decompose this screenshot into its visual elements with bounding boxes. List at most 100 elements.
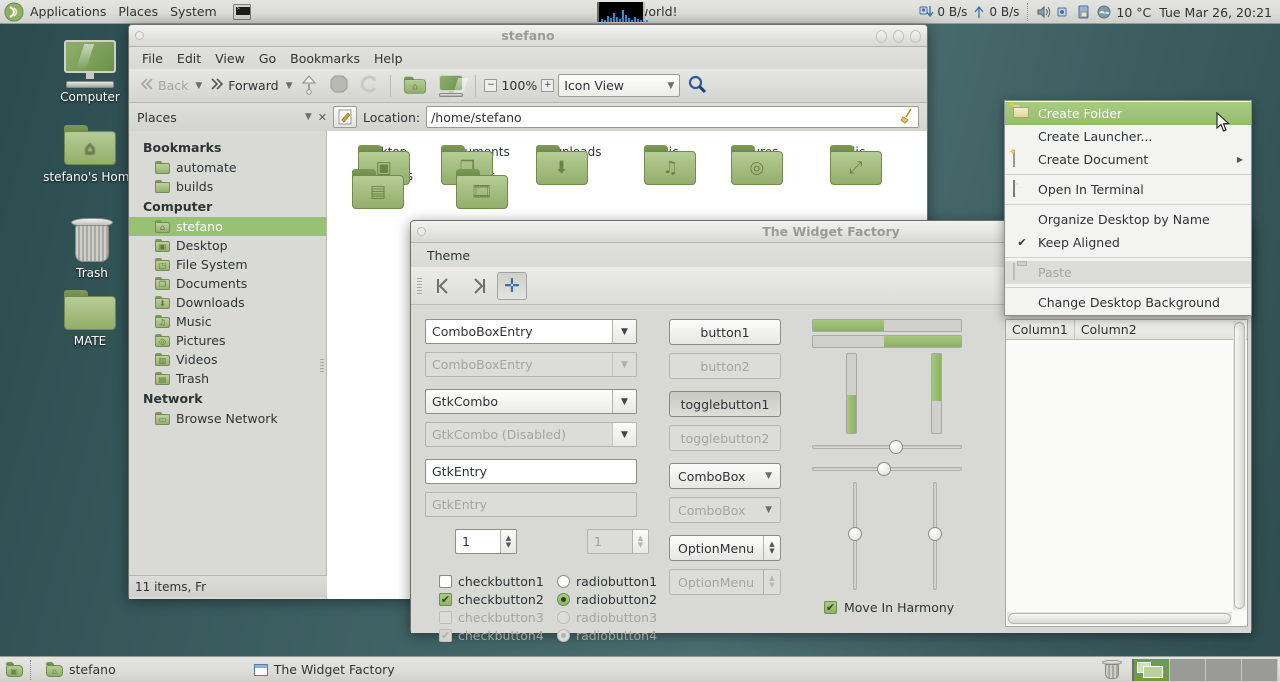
file-manager-titlebar[interactable]: stefano: [129, 25, 927, 47]
close-button[interactable]: [910, 30, 921, 43]
desktop-icon-trash[interactable]: Trash: [44, 218, 140, 280]
treeview-column-2-header[interactable]: Column2: [1075, 320, 1143, 339]
go-last-icon[interactable]: [463, 272, 493, 300]
location-bar[interactable]: Places ▼ ✕ Location: /home/stefano: [129, 103, 927, 131]
sidebar-item-file-system[interactable]: ◳File System: [129, 255, 326, 274]
checkbox-icon[interactable]: [439, 593, 452, 606]
window-menu-icon[interactable]: [417, 227, 426, 236]
reload-button[interactable]: [356, 72, 382, 99]
comboboxentry-1[interactable]: ComboBoxEntry ▼: [425, 319, 637, 344]
menu-go[interactable]: Go: [252, 49, 283, 68]
trash-applet-icon[interactable]: [1102, 660, 1122, 680]
window-menu-icon[interactable]: [135, 31, 144, 40]
combobox1[interactable]: ComboBox ▼: [669, 463, 781, 489]
workspace-4[interactable]: [1242, 659, 1278, 681]
sidebar-item-documents[interactable]: ❐Documents: [129, 274, 326, 293]
forward-history-chevron-down-icon[interactable]: ▼: [286, 81, 293, 91]
file-manager-menubar[interactable]: File Edit View Go Bookmarks Help: [129, 47, 927, 69]
back-history-chevron-down-icon[interactable]: ▼: [195, 81, 202, 91]
zoom-controls[interactable]: − 100% +: [484, 78, 554, 93]
sidebar-item-stefano[interactable]: ⌂stefano: [129, 217, 326, 236]
gtkcombo-1[interactable]: GtkCombo ▼: [425, 389, 637, 414]
file-item-documents[interactable]: ❐Documents: [434, 145, 517, 159]
clock-applet[interactable]: Tue Mar 26, 20:21: [1155, 5, 1276, 20]
desktop[interactable]: Applications Places System Hello world! …: [0, 0, 1280, 682]
file-item-desktop[interactable]: ▣Desktop: [341, 145, 424, 159]
chevron-down-icon[interactable]: ▼: [612, 320, 636, 343]
checkbutton-1[interactable]: checkbutton1: [439, 574, 557, 589]
scale-knob[interactable]: [877, 462, 891, 476]
treeview-horizontal-scrollbar[interactable]: [1007, 612, 1232, 625]
broom-icon[interactable]: [900, 108, 914, 127]
taskbar-item-stefano[interactable]: ⌂ stefano: [36, 659, 126, 681]
weather-cloud-icon[interactable]: [1096, 4, 1112, 20]
horizontal-scale-1[interactable]: [812, 438, 962, 456]
edit-pencil-icon[interactable]: [333, 106, 357, 128]
optionmenu1[interactable]: OptionMenu ▲▼: [669, 535, 781, 561]
vertical-scale-2[interactable]: [926, 482, 944, 590]
panel-menu-system[interactable]: System: [164, 1, 223, 23]
mate-logo-icon[interactable]: [4, 2, 24, 22]
radiobutton-1[interactable]: radiobutton1: [557, 574, 667, 589]
menu-theme[interactable]: Theme: [427, 248, 470, 263]
upload-rate-applet[interactable]: 0 B/s: [971, 4, 1019, 20]
sidebar-item-downloads[interactable]: ⬇Downloads: [129, 293, 326, 312]
sidebar-item-pictures[interactable]: ◎Pictures: [129, 331, 326, 350]
sidebar-item-automate[interactable]: automate: [129, 158, 326, 177]
up-button[interactable]: [296, 71, 322, 100]
menu-item-organize-desktop-by-name[interactable]: Organize Desktop by Name: [1005, 208, 1251, 231]
network-icon[interactable]: [1056, 4, 1072, 20]
menu-item-keep-aligned[interactable]: ✔Keep Aligned: [1005, 231, 1251, 254]
sidebar-item-browse-network[interactable]: ▭Browse Network: [129, 409, 326, 428]
workspace-switcher[interactable]: [1132, 659, 1278, 681]
view-mode-select[interactable]: Icon View ▼: [558, 74, 680, 97]
desktop-context-menu[interactable]: Create FolderCreate Launcher...Create Do…: [1004, 100, 1252, 316]
scale-knob[interactable]: [928, 527, 942, 541]
menu-item-open-in-terminal[interactable]: Open In Terminal: [1005, 178, 1251, 201]
chevron-down-icon[interactable]: ▼: [612, 390, 636, 413]
menu-bookmarks[interactable]: Bookmarks: [283, 49, 367, 68]
treeview[interactable]: Column1 Column2: [1005, 319, 1248, 627]
sidebar-item-desktop[interactable]: ▣Desktop: [129, 236, 326, 255]
sidebar-item-builds[interactable]: builds: [129, 177, 326, 196]
volume-icon[interactable]: [1036, 4, 1052, 20]
menu-view[interactable]: View: [208, 49, 252, 68]
workspace-1[interactable]: [1134, 659, 1170, 681]
spinbutton-stepper-icon[interactable]: ▲▼: [500, 530, 516, 553]
maximize-button[interactable]: [893, 30, 904, 43]
forward-button[interactable]: Forward: [206, 75, 281, 96]
add-button[interactable]: ✛: [497, 272, 527, 300]
panel-menu-applications[interactable]: Applications: [24, 1, 112, 23]
checkbutton-2[interactable]: checkbutton2: [439, 592, 557, 607]
treeview-vertical-scrollbar[interactable]: [1233, 321, 1246, 610]
chevron-down-icon[interactable]: ▼: [305, 112, 312, 122]
sidebar-item-videos[interactable]: ▥Videos: [129, 350, 326, 369]
horizontal-scale-2[interactable]: [812, 460, 962, 478]
workspace-3[interactable]: [1206, 659, 1242, 681]
desktop-icon-computer[interactable]: Computer: [42, 40, 138, 104]
battery-icon[interactable]: [1076, 4, 1092, 20]
menu-help[interactable]: Help: [367, 49, 410, 68]
workspace-2[interactable]: [1170, 659, 1206, 681]
treeview-header[interactable]: Column1 Column2: [1006, 320, 1247, 340]
search-button[interactable]: [684, 72, 710, 99]
panel-menu-places[interactable]: Places: [112, 1, 164, 23]
show-desktop-icon[interactable]: ▣: [3, 660, 25, 680]
move-in-harmony-checkbox[interactable]: Move In Harmony: [812, 600, 991, 615]
scale-knob[interactable]: [889, 440, 903, 454]
treeview-rows[interactable]: [1006, 340, 1247, 626]
file-item-downloads[interactable]: ⬇Downloads: [527, 145, 610, 159]
network-graph-applet-icon[interactable]: [597, 2, 645, 22]
togglebutton1[interactable]: togglebutton1: [669, 391, 781, 417]
desktop-icon-mate[interactable]: MATE: [42, 290, 138, 348]
scale-knob[interactable]: [848, 527, 862, 541]
file-item-pictures[interactable]: ◎Pictures: [713, 145, 796, 159]
radio-icon[interactable]: [557, 593, 570, 606]
zoom-in-icon[interactable]: +: [541, 79, 554, 92]
checkbox-icon[interactable]: [824, 601, 837, 614]
file-manager-toolbar[interactable]: Back ▼ Forward ▼: [129, 69, 927, 103]
home-button[interactable]: ⌂: [399, 73, 431, 99]
toolbar-grip-handle[interactable]: [417, 278, 422, 294]
menu-item-create-document[interactable]: Create Document▶: [1005, 148, 1251, 171]
sidebar-scrollbar[interactable]: [320, 359, 324, 373]
